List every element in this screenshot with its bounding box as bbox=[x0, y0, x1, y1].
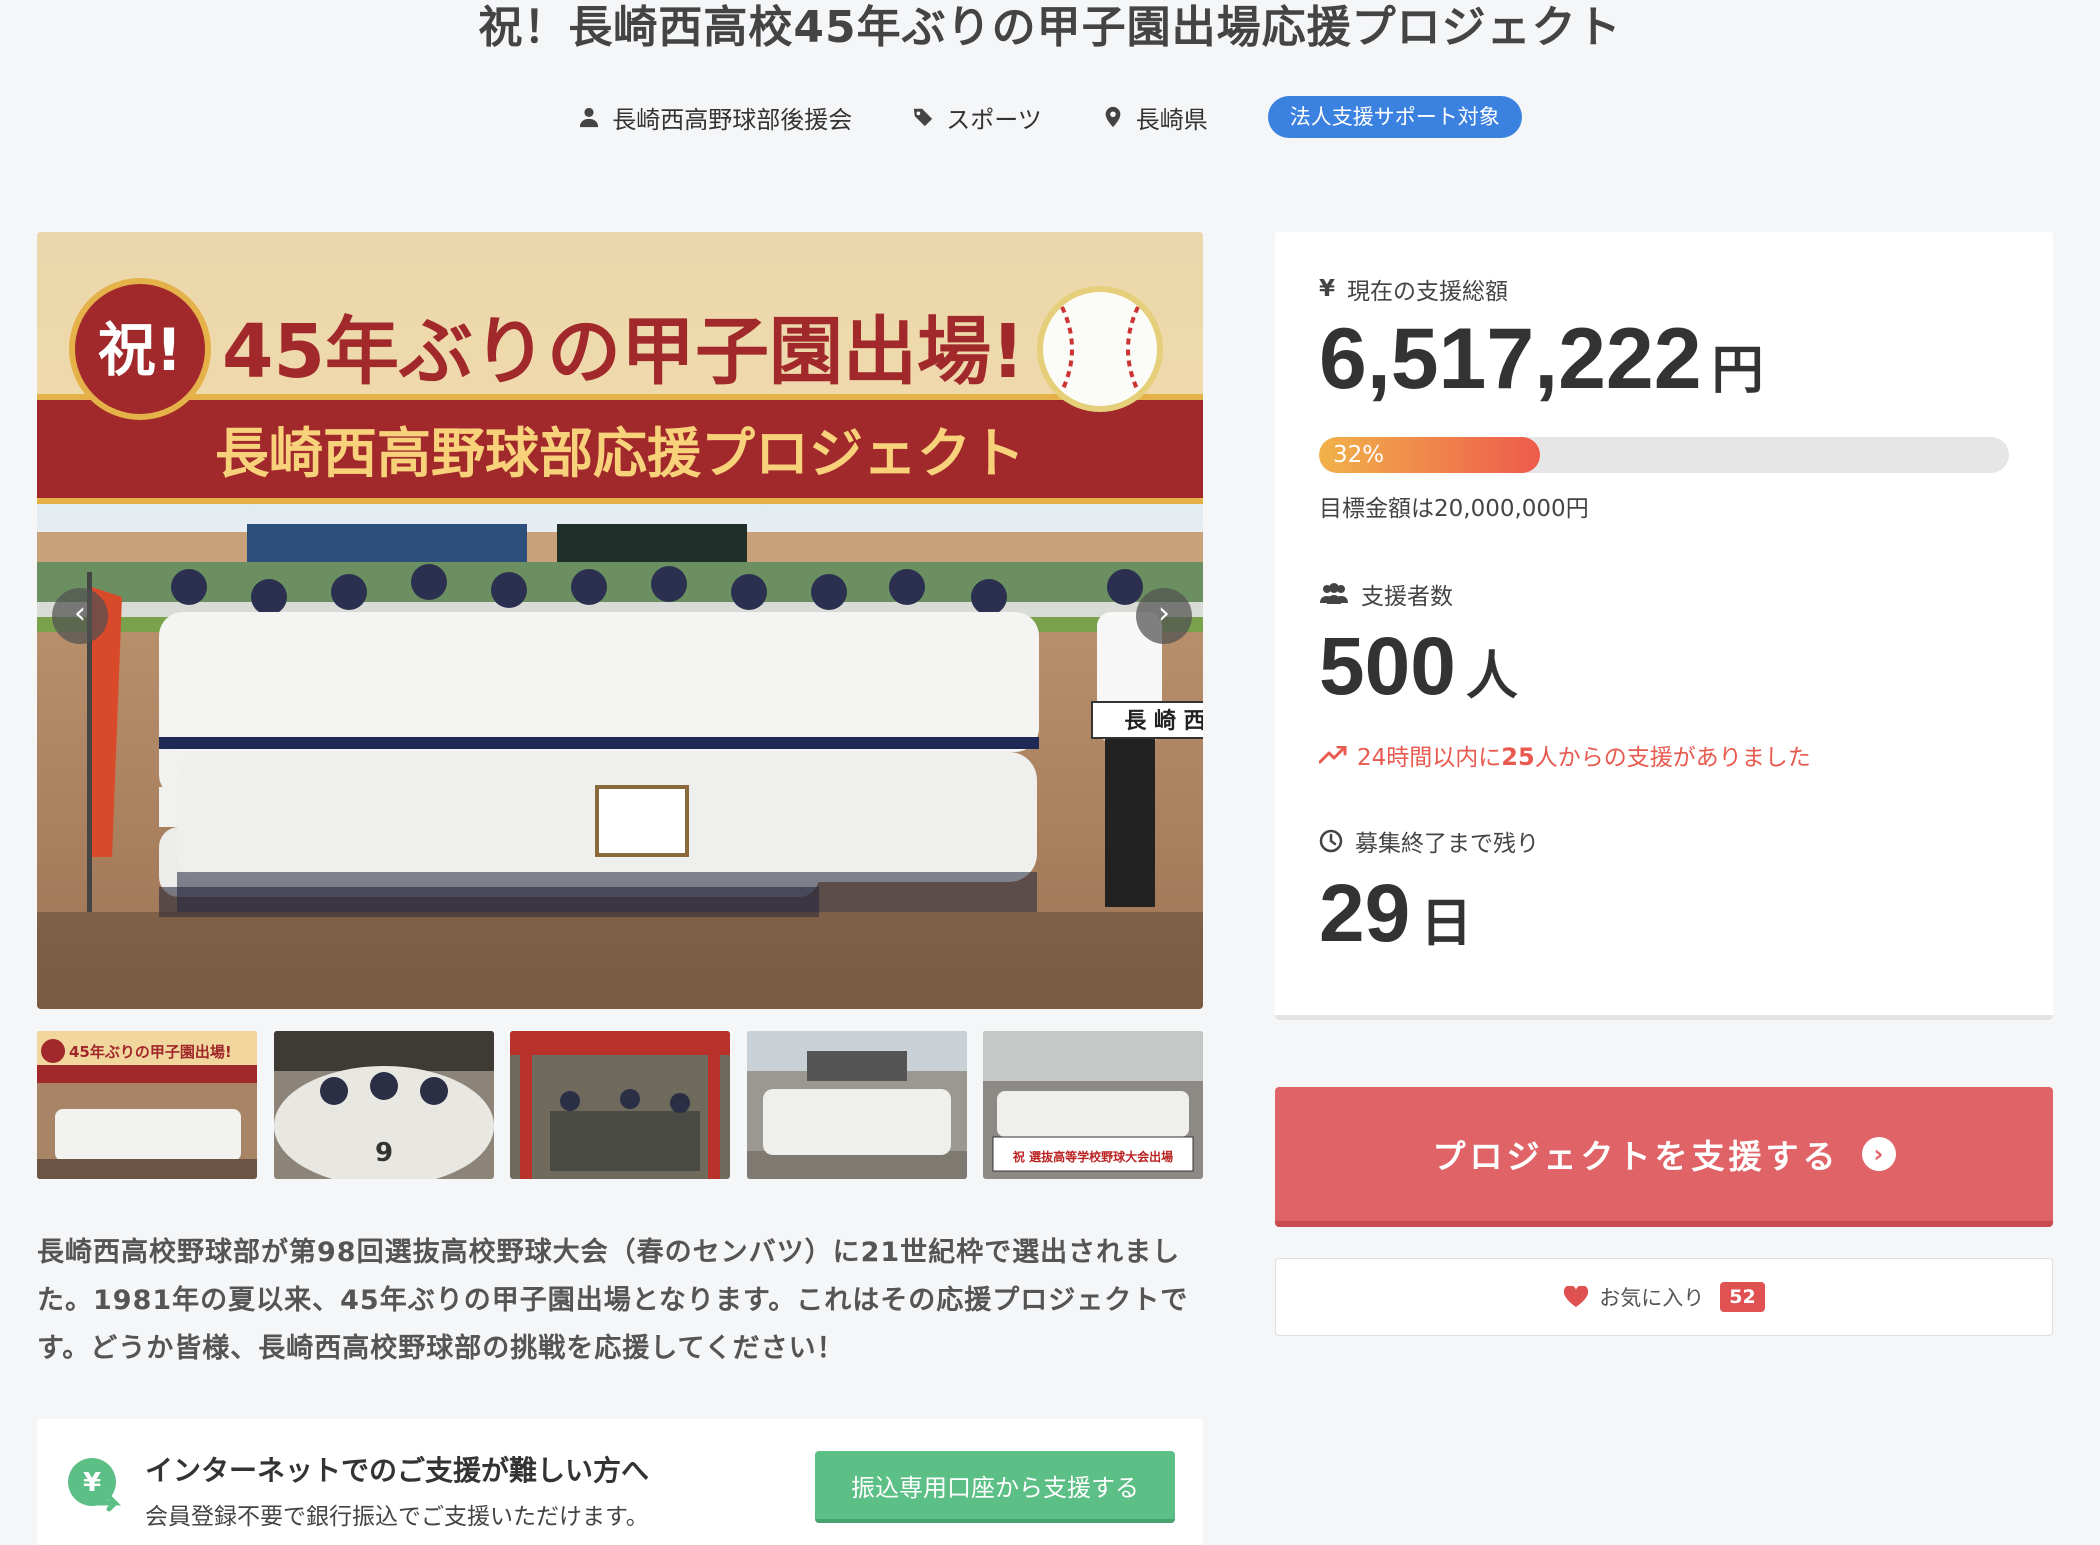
thumbnail-1[interactable]: 45年ぶりの甲子園出場! bbox=[37, 1031, 257, 1179]
thumbnail-5[interactable]: 祝 選抜高等学校野球大会出場 bbox=[983, 1031, 1203, 1179]
recent-prefix: 24時間以内に bbox=[1357, 745, 1502, 771]
clock-icon bbox=[1319, 829, 1343, 853]
owner-name: 長崎西高野球部後援会 bbox=[612, 105, 853, 134]
tag-icon bbox=[914, 108, 933, 127]
location-name: 長崎県 bbox=[1135, 105, 1208, 134]
svg-text:¥: ¥ bbox=[83, 1468, 101, 1498]
chevron-left-icon: ‹ bbox=[74, 596, 86, 631]
location-link[interactable]: 長崎県 bbox=[1102, 100, 1208, 135]
map-pin-icon bbox=[1105, 106, 1121, 128]
supporters-value: 500 人 bbox=[1319, 620, 1518, 714]
amount-label-text: 現在の支援総額 bbox=[1347, 279, 1509, 305]
progress-fill: 32% bbox=[1319, 437, 1540, 473]
goal-amount: 目標金額は20,000,000円 bbox=[1319, 496, 1589, 522]
remaining-unit: 日 bbox=[1420, 895, 1473, 953]
users-icon bbox=[1320, 583, 1348, 604]
amount-value: 6,517,222 円 bbox=[1319, 310, 1764, 409]
thumbnail-1-text: 45年ぶりの甲子園出場! bbox=[69, 1043, 232, 1061]
progress-bar: 32% bbox=[1319, 437, 2009, 473]
page-title: 祝！長崎西高校45年ぶりの甲子園出場応援プロジェクト bbox=[478, 2, 1622, 53]
recent-count: 25 bbox=[1501, 743, 1535, 771]
hero-image[interactable]: 祝! 45年ぶりの甲子園出場! 長崎西高野球部応援プロジェクト 長 崎 西 bbox=[37, 232, 1203, 1009]
hero-next-button[interactable]: › bbox=[1136, 588, 1192, 644]
owner-link[interactable]: 長崎西高野球部後援会 bbox=[578, 100, 852, 135]
chevron-right-circle-icon: › bbox=[1861, 1137, 1896, 1171]
project-description: 長崎西高校野球部が第98回選抜高校野球大会（春のセンバツ）に21世紀枠で選出され… bbox=[37, 1237, 1189, 1364]
heart-icon bbox=[1564, 1286, 1589, 1307]
user-icon bbox=[580, 107, 599, 128]
trending-up-icon bbox=[1319, 746, 1347, 764]
bank-transfer-subtitle: 会員登録不要で銀行振込でご支援いただけます。 bbox=[145, 1504, 649, 1530]
school-sign-text: 長 崎 西 bbox=[1124, 709, 1203, 734]
favorite-label: お気に入り bbox=[1599, 1286, 1705, 1310]
bank-transfer-card: ¥ インターネットでのご支援が難しい方へ 会員登録不要で銀行振込でご支援いただけ… bbox=[37, 1419, 1203, 1545]
category-link[interactable]: スポーツ bbox=[912, 100, 1042, 135]
remaining-label-text: 募集終了まで残り bbox=[1355, 831, 1539, 857]
corporate-support-badge[interactable]: 法人支援サポート対象 bbox=[1267, 96, 1522, 138]
banner-mark: 祝! bbox=[98, 316, 182, 384]
support-project-button[interactable]: プロジェクトを支援する › bbox=[1275, 1087, 2053, 1227]
bank-transfer-icon: ¥ bbox=[68, 1458, 122, 1512]
support-button-label: プロジェクトを支援する bbox=[1432, 1137, 1840, 1176]
thumbnail-strip: 45年ぶりの甲子園出場! 9 祝 選抜高等学校野球大会出場 bbox=[37, 1031, 1203, 1179]
bank-transfer-button[interactable]: 振込専用口座から支援する bbox=[815, 1451, 1175, 1523]
yen-icon: ¥ bbox=[1319, 276, 1336, 302]
remaining-number: 29 bbox=[1319, 868, 1411, 959]
remaining-value: 29 日 bbox=[1319, 867, 1472, 961]
chevron-right-icon: › bbox=[1158, 596, 1170, 631]
supporters-number: 500 bbox=[1319, 621, 1456, 712]
supporters-unit: 人 bbox=[1465, 648, 1518, 706]
thumbnail-2[interactable]: 9 bbox=[273, 1031, 494, 1179]
remaining-label: 募集終了まで残り bbox=[1319, 824, 1539, 858]
amount-unit: 円 bbox=[1711, 342, 1764, 400]
svg-text:9: 9 bbox=[374, 1138, 392, 1168]
hero-prev-button[interactable]: ‹ bbox=[52, 588, 108, 644]
thumbnail-4[interactable] bbox=[746, 1031, 967, 1179]
banner-subtitle: 長崎西高野球部応援プロジェクト bbox=[215, 422, 1025, 485]
supporters-label: 支援者数 bbox=[1319, 577, 1453, 611]
banner-headline: 45年ぶりの甲子園出場! bbox=[222, 309, 1025, 395]
amount-label: ¥ 現在の支援総額 bbox=[1319, 272, 1508, 306]
category-name: スポーツ bbox=[946, 105, 1042, 134]
favorite-button[interactable]: お気に入り 52 bbox=[1275, 1258, 2053, 1336]
favorite-count-badge: 52 bbox=[1720, 1282, 1765, 1312]
thumbnail-3[interactable] bbox=[510, 1031, 730, 1179]
amount-number: 6,517,222 bbox=[1319, 311, 1702, 407]
recent-support-notice: 24時間以内に25人からの支援がありました bbox=[1319, 738, 1811, 772]
recent-suffix: 人からの支援がありました bbox=[1534, 745, 1811, 771]
supporters-label-text: 支援者数 bbox=[1361, 584, 1453, 610]
funding-stats-card: ¥ 現在の支援総額 6,517,222 円 32% 目標金額は20,000,000… bbox=[1275, 232, 2053, 1020]
thumbnail-5-text: 祝 選抜高等学校野球大会出場 bbox=[1013, 1149, 1173, 1164]
project-meta: 長崎西高野球部後援会 スポーツ 長崎県 法人支援サポート対象 bbox=[0, 96, 2100, 138]
bank-transfer-title: インターネットでのご支援が難しい方へ bbox=[145, 1454, 650, 1487]
